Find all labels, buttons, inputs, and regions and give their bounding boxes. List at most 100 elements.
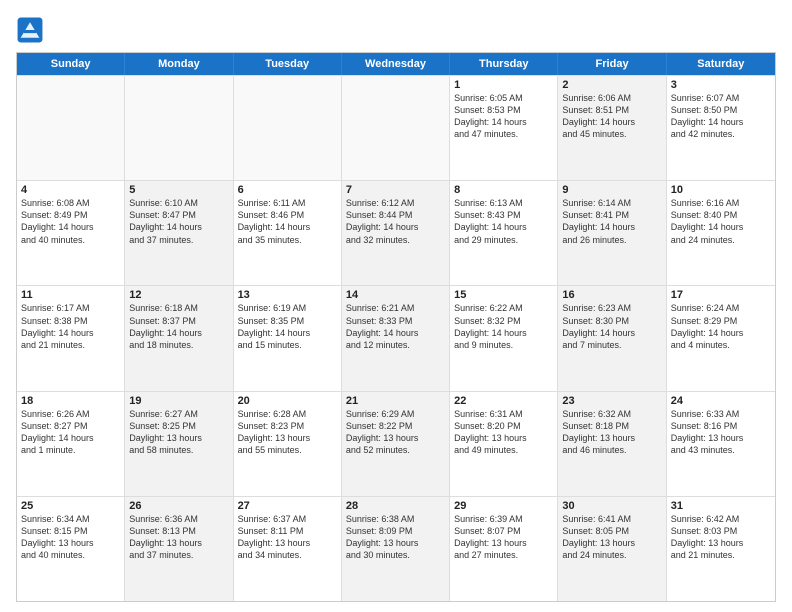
day-number: 27 bbox=[238, 500, 337, 512]
day-number: 17 bbox=[671, 289, 771, 301]
logo bbox=[16, 16, 48, 44]
day-number: 2 bbox=[562, 79, 661, 91]
day-info: Sunrise: 6:29 AMSunset: 8:22 PMDaylight:… bbox=[346, 408, 445, 457]
day-info: Sunrise: 6:32 AMSunset: 8:18 PMDaylight:… bbox=[562, 408, 661, 457]
day-cell: 19Sunrise: 6:27 AMSunset: 8:25 PMDayligh… bbox=[125, 392, 233, 496]
day-number: 28 bbox=[346, 500, 445, 512]
day-number: 8 bbox=[454, 184, 553, 196]
day-cell bbox=[342, 76, 450, 180]
day-cell: 20Sunrise: 6:28 AMSunset: 8:23 PMDayligh… bbox=[234, 392, 342, 496]
day-cell: 24Sunrise: 6:33 AMSunset: 8:16 PMDayligh… bbox=[667, 392, 775, 496]
day-info: Sunrise: 6:31 AMSunset: 8:20 PMDaylight:… bbox=[454, 408, 553, 457]
day-cell: 15Sunrise: 6:22 AMSunset: 8:32 PMDayligh… bbox=[450, 286, 558, 390]
day-cell: 29Sunrise: 6:39 AMSunset: 8:07 PMDayligh… bbox=[450, 497, 558, 601]
day-cell: 18Sunrise: 6:26 AMSunset: 8:27 PMDayligh… bbox=[17, 392, 125, 496]
day-number: 1 bbox=[454, 79, 553, 91]
day-info: Sunrise: 6:06 AMSunset: 8:51 PMDaylight:… bbox=[562, 92, 661, 141]
day-info: Sunrise: 6:26 AMSunset: 8:27 PMDaylight:… bbox=[21, 408, 120, 457]
day-info: Sunrise: 6:28 AMSunset: 8:23 PMDaylight:… bbox=[238, 408, 337, 457]
day-info: Sunrise: 6:13 AMSunset: 8:43 PMDaylight:… bbox=[454, 197, 553, 246]
week-row-2: 11Sunrise: 6:17 AMSunset: 8:38 PMDayligh… bbox=[17, 285, 775, 390]
day-info: Sunrise: 6:21 AMSunset: 8:33 PMDaylight:… bbox=[346, 302, 445, 351]
day-cell: 11Sunrise: 6:17 AMSunset: 8:38 PMDayligh… bbox=[17, 286, 125, 390]
day-number: 23 bbox=[562, 395, 661, 407]
day-info: Sunrise: 6:17 AMSunset: 8:38 PMDaylight:… bbox=[21, 302, 120, 351]
day-info: Sunrise: 6:11 AMSunset: 8:46 PMDaylight:… bbox=[238, 197, 337, 246]
day-cell: 5Sunrise: 6:10 AMSunset: 8:47 PMDaylight… bbox=[125, 181, 233, 285]
day-header-wednesday: Wednesday bbox=[342, 53, 450, 75]
weeks: 1Sunrise: 6:05 AMSunset: 8:53 PMDaylight… bbox=[17, 75, 775, 601]
day-header-saturday: Saturday bbox=[667, 53, 775, 75]
day-cell: 2Sunrise: 6:06 AMSunset: 8:51 PMDaylight… bbox=[558, 76, 666, 180]
day-number: 7 bbox=[346, 184, 445, 196]
day-cell: 3Sunrise: 6:07 AMSunset: 8:50 PMDaylight… bbox=[667, 76, 775, 180]
day-header-thursday: Thursday bbox=[450, 53, 558, 75]
day-number: 25 bbox=[21, 500, 120, 512]
day-info: Sunrise: 6:07 AMSunset: 8:50 PMDaylight:… bbox=[671, 92, 771, 141]
day-number: 30 bbox=[562, 500, 661, 512]
day-cell: 13Sunrise: 6:19 AMSunset: 8:35 PMDayligh… bbox=[234, 286, 342, 390]
day-cell: 23Sunrise: 6:32 AMSunset: 8:18 PMDayligh… bbox=[558, 392, 666, 496]
day-number: 26 bbox=[129, 500, 228, 512]
day-info: Sunrise: 6:27 AMSunset: 8:25 PMDaylight:… bbox=[129, 408, 228, 457]
day-number: 19 bbox=[129, 395, 228, 407]
day-number: 29 bbox=[454, 500, 553, 512]
day-number: 9 bbox=[562, 184, 661, 196]
day-cell: 4Sunrise: 6:08 AMSunset: 8:49 PMDaylight… bbox=[17, 181, 125, 285]
day-number: 4 bbox=[21, 184, 120, 196]
day-number: 22 bbox=[454, 395, 553, 407]
day-info: Sunrise: 6:33 AMSunset: 8:16 PMDaylight:… bbox=[671, 408, 771, 457]
day-number: 15 bbox=[454, 289, 553, 301]
header bbox=[16, 16, 776, 44]
day-info: Sunrise: 6:19 AMSunset: 8:35 PMDaylight:… bbox=[238, 302, 337, 351]
day-number: 31 bbox=[671, 500, 771, 512]
day-cell: 8Sunrise: 6:13 AMSunset: 8:43 PMDaylight… bbox=[450, 181, 558, 285]
day-cell: 9Sunrise: 6:14 AMSunset: 8:41 PMDaylight… bbox=[558, 181, 666, 285]
day-cell: 26Sunrise: 6:36 AMSunset: 8:13 PMDayligh… bbox=[125, 497, 233, 601]
day-cell: 17Sunrise: 6:24 AMSunset: 8:29 PMDayligh… bbox=[667, 286, 775, 390]
day-header-monday: Monday bbox=[125, 53, 233, 75]
day-number: 24 bbox=[671, 395, 771, 407]
day-number: 18 bbox=[21, 395, 120, 407]
day-number: 6 bbox=[238, 184, 337, 196]
day-number: 20 bbox=[238, 395, 337, 407]
day-headers: SundayMondayTuesdayWednesdayThursdayFrid… bbox=[17, 53, 775, 75]
day-info: Sunrise: 6:23 AMSunset: 8:30 PMDaylight:… bbox=[562, 302, 661, 351]
day-info: Sunrise: 6:24 AMSunset: 8:29 PMDaylight:… bbox=[671, 302, 771, 351]
day-number: 10 bbox=[671, 184, 771, 196]
day-cell bbox=[17, 76, 125, 180]
day-number: 5 bbox=[129, 184, 228, 196]
day-info: Sunrise: 6:42 AMSunset: 8:03 PMDaylight:… bbox=[671, 513, 771, 562]
day-number: 12 bbox=[129, 289, 228, 301]
week-row-4: 25Sunrise: 6:34 AMSunset: 8:15 PMDayligh… bbox=[17, 496, 775, 601]
day-cell: 25Sunrise: 6:34 AMSunset: 8:15 PMDayligh… bbox=[17, 497, 125, 601]
day-header-sunday: Sunday bbox=[17, 53, 125, 75]
day-cell: 7Sunrise: 6:12 AMSunset: 8:44 PMDaylight… bbox=[342, 181, 450, 285]
day-cell: 14Sunrise: 6:21 AMSunset: 8:33 PMDayligh… bbox=[342, 286, 450, 390]
day-info: Sunrise: 6:22 AMSunset: 8:32 PMDaylight:… bbox=[454, 302, 553, 351]
day-number: 11 bbox=[21, 289, 120, 301]
day-info: Sunrise: 6:41 AMSunset: 8:05 PMDaylight:… bbox=[562, 513, 661, 562]
day-number: 3 bbox=[671, 79, 771, 91]
day-cell: 30Sunrise: 6:41 AMSunset: 8:05 PMDayligh… bbox=[558, 497, 666, 601]
day-cell bbox=[125, 76, 233, 180]
day-number: 13 bbox=[238, 289, 337, 301]
day-info: Sunrise: 6:37 AMSunset: 8:11 PMDaylight:… bbox=[238, 513, 337, 562]
day-cell: 12Sunrise: 6:18 AMSunset: 8:37 PMDayligh… bbox=[125, 286, 233, 390]
day-info: Sunrise: 6:34 AMSunset: 8:15 PMDaylight:… bbox=[21, 513, 120, 562]
page: SundayMondayTuesdayWednesdayThursdayFrid… bbox=[0, 0, 792, 612]
day-cell: 1Sunrise: 6:05 AMSunset: 8:53 PMDaylight… bbox=[450, 76, 558, 180]
day-number: 16 bbox=[562, 289, 661, 301]
day-cell: 21Sunrise: 6:29 AMSunset: 8:22 PMDayligh… bbox=[342, 392, 450, 496]
day-cell: 31Sunrise: 6:42 AMSunset: 8:03 PMDayligh… bbox=[667, 497, 775, 601]
day-info: Sunrise: 6:10 AMSunset: 8:47 PMDaylight:… bbox=[129, 197, 228, 246]
week-row-1: 4Sunrise: 6:08 AMSunset: 8:49 PMDaylight… bbox=[17, 180, 775, 285]
day-info: Sunrise: 6:16 AMSunset: 8:40 PMDaylight:… bbox=[671, 197, 771, 246]
day-info: Sunrise: 6:36 AMSunset: 8:13 PMDaylight:… bbox=[129, 513, 228, 562]
day-cell: 10Sunrise: 6:16 AMSunset: 8:40 PMDayligh… bbox=[667, 181, 775, 285]
day-cell: 6Sunrise: 6:11 AMSunset: 8:46 PMDaylight… bbox=[234, 181, 342, 285]
day-info: Sunrise: 6:14 AMSunset: 8:41 PMDaylight:… bbox=[562, 197, 661, 246]
calendar: SundayMondayTuesdayWednesdayThursdayFrid… bbox=[16, 52, 776, 602]
day-info: Sunrise: 6:12 AMSunset: 8:44 PMDaylight:… bbox=[346, 197, 445, 246]
day-info: Sunrise: 6:18 AMSunset: 8:37 PMDaylight:… bbox=[129, 302, 228, 351]
